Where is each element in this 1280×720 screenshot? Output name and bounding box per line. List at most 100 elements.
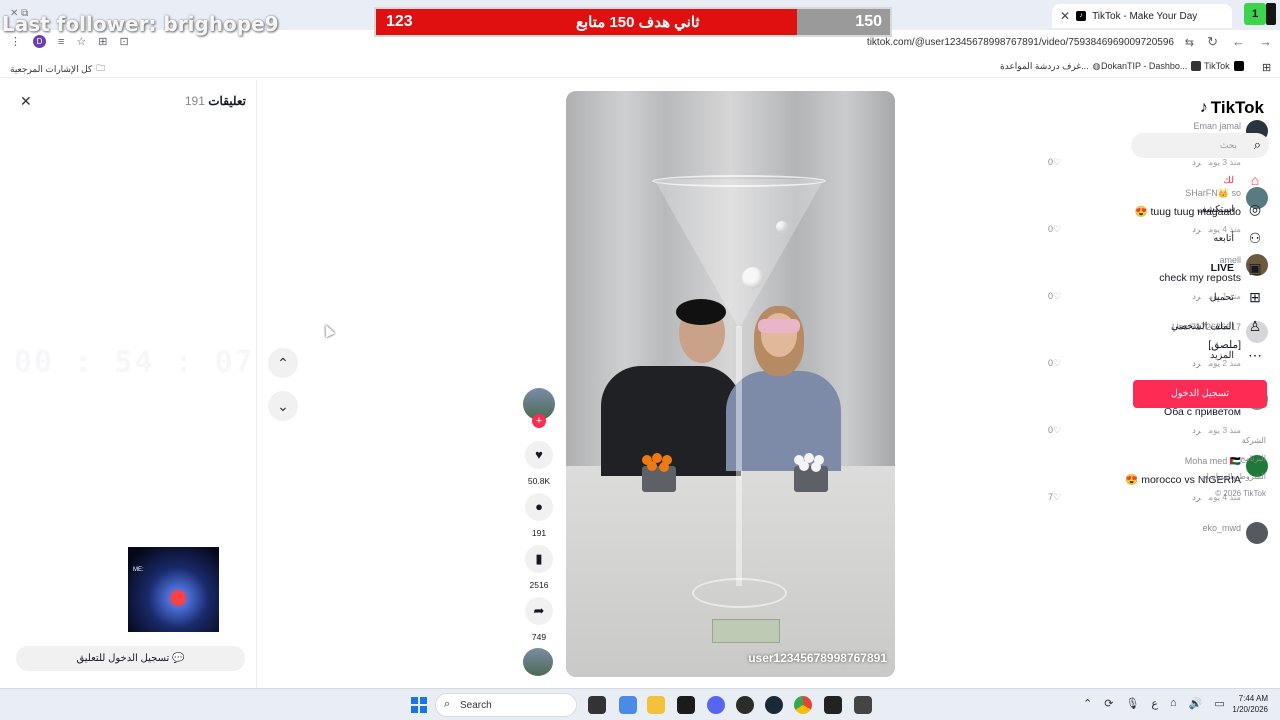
video-orange (659, 462, 669, 472)
epic-games-icon[interactable] (824, 696, 842, 714)
tab-tiktok[interactable]: ✕ ♪ TikTok - Make Your Day (1052, 4, 1232, 28)
video-white-ball (811, 462, 821, 472)
bookmark-tiktok[interactable]: TikTok (1204, 61, 1244, 71)
language-indicator[interactable]: ع (1151, 697, 1158, 710)
bookmark-dokan[interactable]: DokanTIP - Dashbo... (1101, 61, 1202, 71)
bookmark-icon[interactable]: ▮ (525, 545, 553, 573)
windows-start-icon[interactable] (411, 697, 427, 713)
sidebar-item-0[interactable]: ⌂ لك (1124, 171, 1264, 191)
reading-list-icon[interactable]: ≡ (58, 36, 64, 48)
extension-badge[interactable]: 1 (1244, 3, 1266, 25)
previous-video-button[interactable]: ⌃ (268, 348, 298, 378)
folder-icon: 🗀 (96, 63, 106, 73)
login-to-comment-button[interactable]: تسجيل الدخول للتعليق 💬 (16, 646, 245, 671)
comment-like[interactable]: 0♡ (1048, 224, 1061, 235)
chrome-icon[interactable] (794, 696, 812, 714)
tiktok-icon (1233, 61, 1244, 71)
extension-icon[interactable]: ⊞ (98, 35, 107, 48)
sidebar-item-2[interactable]: ⚇ أتابعه (1124, 229, 1264, 249)
bookmarks-bar: كل الإشارات المرجعية 🗀 غرف دردشة المواعد… (0, 56, 1280, 78)
heart-outline-icon: ♡ (1053, 224, 1062, 234)
close-tab-icon[interactable]: ✕ (1060, 9, 1070, 23)
forward-icon[interactable]: → (1259, 34, 1272, 50)
widgets-icon[interactable] (619, 696, 637, 714)
reload-icon[interactable]: ↻ (1207, 34, 1218, 50)
task-view-icon[interactable] (588, 696, 606, 714)
video-glass-base (692, 578, 787, 608)
url-text[interactable]: tiktok.com/@user12345678998767891/video/… (867, 37, 1174, 48)
search-icon[interactable]: ⌕ (1254, 137, 1261, 153)
mouse-cursor (320, 322, 336, 338)
comment-item: eko_mwd (1038, 522, 1268, 584)
discord-icon[interactable] (707, 696, 725, 714)
sidebar-item-6[interactable]: ⋯ المزيد (1124, 346, 1264, 366)
reply-button[interactable]: رد (1192, 425, 1200, 435)
back-icon[interactable]: ← (1232, 34, 1245, 50)
file-explorer-icon[interactable] (647, 696, 665, 714)
menu-icon[interactable]: ⋮ (10, 35, 21, 48)
follow-plus-icon[interactable]: + (532, 414, 546, 428)
reply-button[interactable]: رد (1192, 157, 1200, 167)
mic-icon[interactable]: 🎙 (1125, 697, 1139, 710)
system-tray: ⌃ ⟳ 🎙 ع ⌂ 🔊 ▭ (1083, 697, 1225, 710)
clock[interactable]: 7:44 AM 1/20/2026 (1232, 693, 1268, 715)
taskbar-search[interactable]: ⌕ Search (435, 693, 577, 717)
bookmark-chat-label: غرف دردشة المواعدة... (1000, 61, 1089, 71)
next-video-button[interactable]: ⌄ (268, 391, 298, 421)
screenshot-icon[interactable]: ⊡ (120, 35, 129, 48)
login-button[interactable]: تسجيل الدخول (1133, 380, 1267, 408)
footer-link[interactable]: البرنامج (1240, 454, 1266, 463)
steam-icon[interactable] (765, 696, 783, 714)
comment-image[interactable]: ME: (128, 547, 219, 632)
sidebar-item-1[interactable]: ◎ استكشف (1124, 200, 1264, 220)
terminal-icon[interactable] (677, 696, 695, 714)
comment-username[interactable]: Moha med 🇵🇸 (1185, 456, 1241, 467)
follower-goal-bar: 123 ثاني هدف 150 متابع 150 (374, 7, 892, 37)
video-player[interactable]: user12345678998767891 (566, 91, 895, 677)
sidebar-item-3[interactable]: ▣ LIVE (1124, 259, 1264, 279)
likes-count: 50.8K (527, 476, 551, 486)
video-orange (647, 461, 657, 471)
battery-icon[interactable]: ▭ (1214, 697, 1224, 710)
comment-icon[interactable]: ● (525, 493, 553, 521)
taskbar-search-label: Search (460, 700, 492, 711)
comment-username[interactable]: eko_mwd (1202, 523, 1241, 533)
video-glass-stem (736, 326, 742, 586)
bookmark-chat[interactable]: غرف دردشة المواعدة... ◍ (1000, 61, 1101, 72)
sync-icon[interactable]: ⟳ (1104, 697, 1113, 710)
star-icon[interactable]: ☆ (76, 35, 86, 48)
comment-like[interactable]: 0♡ (1048, 291, 1061, 302)
search-input[interactable]: بحث ⌕ (1131, 133, 1269, 158)
sidebar-item-4[interactable]: ⊞ تحميل (1124, 288, 1264, 308)
sidebar-item-label: لك (1223, 175, 1234, 186)
share-icon[interactable]: ➦ (525, 597, 553, 625)
music-disc-icon[interactable] (523, 648, 553, 676)
comment-username[interactable]: Eman jamal (1193, 121, 1241, 131)
close-comments-icon[interactable]: ✕ (20, 93, 32, 110)
upload-icon: ⊞ (1249, 289, 1261, 305)
footer-link[interactable]: © 2026 TikTok (1215, 489, 1266, 498)
footer-link[interactable]: الشركة (1242, 436, 1266, 445)
reply-button[interactable]: رد (1192, 492, 1200, 502)
site-settings-icon[interactable]: ⇆ (1185, 36, 1194, 49)
brand-name: TikTok (1210, 98, 1264, 117)
comment-like[interactable]: 0♡ (1048, 157, 1061, 168)
like-heart-icon[interactable]: ♥ (525, 441, 553, 469)
comment-like[interactable]: 0♡ (1048, 358, 1061, 369)
obs-icon[interactable] (736, 696, 754, 714)
comment-avatar[interactable] (1246, 522, 1268, 544)
apps-grid-icon[interactable]: ⊞ (1262, 61, 1271, 74)
tiktok-logo[interactable]: ♪ TikTok (1200, 98, 1264, 118)
comment-like[interactable]: 0♡ (1048, 425, 1061, 436)
app-icon[interactable] (854, 696, 872, 714)
heart-outline-icon: ♡ (1053, 492, 1062, 502)
volume-icon[interactable]: 🔊 (1189, 697, 1203, 710)
chevron-up-icon[interactable]: ⌃ (1083, 697, 1092, 710)
profile-avatar[interactable]: D (33, 35, 46, 48)
network-icon[interactable]: ⌂ (1170, 697, 1177, 710)
comment-like[interactable]: 7♡ (1048, 492, 1061, 503)
sidebar-item-5[interactable]: ♙ الملف الشخصي (1124, 317, 1264, 337)
footer-link[interactable]: الشروط والسياسات (1199, 472, 1266, 481)
video-username[interactable]: user12345678998767891 (748, 651, 887, 665)
bookmark-all[interactable]: كل الإشارات المرجعية 🗀 (10, 61, 105, 77)
